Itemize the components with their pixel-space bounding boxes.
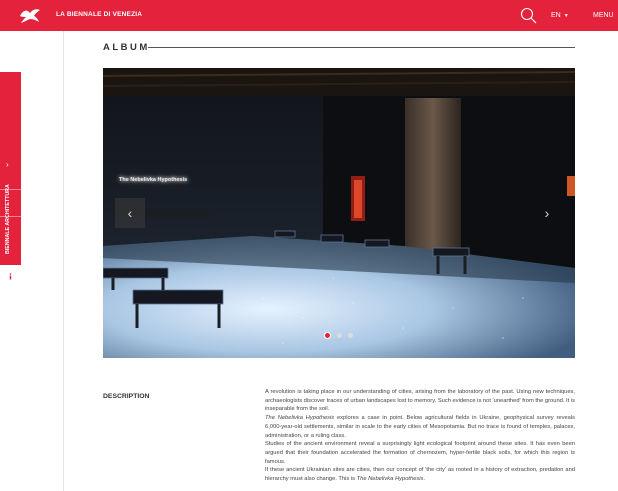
chevron-down-icon: ▼ <box>563 13 569 19</box>
slide-caption: The Nebelivka Hypothesis <box>119 177 188 183</box>
chevron-right-icon: › <box>544 205 550 221</box>
divider <box>0 216 21 217</box>
carousel-dot-1[interactable] <box>324 332 331 339</box>
top-bar: LA BIENNALE DI VENEZIA EN ▼ MENU <box>0 0 618 31</box>
chevron-left-icon: ‹ <box>127 205 133 221</box>
carousel-prev-button[interactable]: ‹ <box>115 198 145 228</box>
brand-name[interactable]: LA BIENNALE DI VENEZIA <box>56 11 142 18</box>
carousel-dot-3[interactable] <box>348 333 353 338</box>
description-paragraph: The Nebelivka Hypothesis explores a case… <box>265 414 575 440</box>
album-title-rule <box>148 47 575 48</box>
chevron-right-icon[interactable]: › <box>6 160 9 169</box>
project-title: The Nebelivka Hypothesis <box>265 415 335 422</box>
slide-image <box>103 68 575 358</box>
side-tab: › BIENNALE ARCHITETTURA <box>0 72 21 282</box>
carousel-pagination <box>103 332 575 341</box>
language-selector[interactable]: EN ▼ <box>551 12 569 19</box>
description-body: A revolution is taking place in our unde… <box>265 388 575 484</box>
description-paragraph: If these ancient Ukrainian sites are cit… <box>265 466 575 483</box>
description-heading: DESCRIPTION <box>103 393 150 400</box>
carousel-next-button[interactable]: › <box>532 198 562 228</box>
side-tab-label[interactable]: BIENNALE ARCHITETTURA <box>5 184 11 254</box>
menu-button[interactable]: MENU <box>593 12 614 19</box>
description-paragraph: Studies of the ancient environment revea… <box>265 441 575 465</box>
search-icon[interactable] <box>520 7 537 24</box>
project-title: The Nebelivka Hypothesis <box>356 476 424 483</box>
photo-carousel[interactable]: The Nebelivka Hypothesis ‹ › <box>103 68 575 358</box>
language-label: EN <box>551 12 561 19</box>
carousel-dot-2[interactable] <box>337 333 342 338</box>
description-text: . <box>423 476 426 483</box>
description-paragraph: A revolution is taking place in our unde… <box>265 389 575 413</box>
divider <box>0 189 21 190</box>
winged-lion-icon[interactable] <box>18 7 42 24</box>
sidebar-divider <box>63 31 64 491</box>
info-icon[interactable] <box>5 271 16 282</box>
album-title: ALBUM <box>103 42 150 53</box>
